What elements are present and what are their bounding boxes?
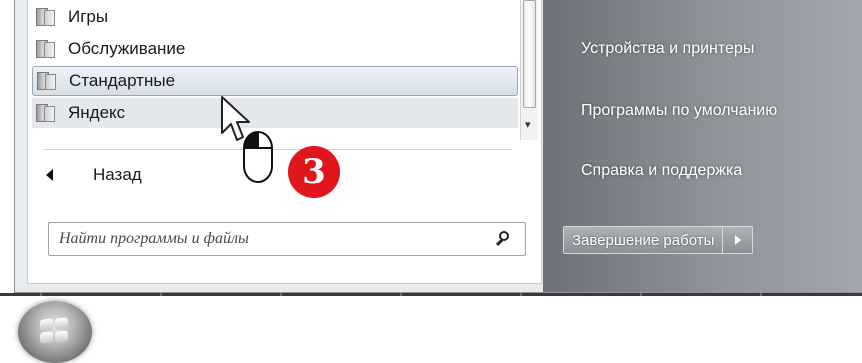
program-item-label: Яндекс xyxy=(68,103,126,122)
search-icon[interactable] xyxy=(495,230,513,248)
program-item-label: Стандартные xyxy=(69,71,176,90)
program-item-yandex[interactable]: Яндекс xyxy=(32,98,518,128)
left-click-mouse-icon xyxy=(243,131,273,183)
link-devices-printers[interactable]: Устройства и принтеры xyxy=(581,40,754,58)
program-item-maintenance[interactable]: Обслуживание xyxy=(32,34,518,64)
search-input[interactable] xyxy=(59,230,459,248)
shutdown-group: Завершение работы xyxy=(563,226,754,254)
shutdown-button[interactable]: Завершение работы xyxy=(563,226,724,254)
search-box[interactable] xyxy=(48,222,526,256)
back-arrow-icon xyxy=(46,169,53,181)
right-pane: Устройства и принтеры Программы по умолч… xyxy=(543,0,862,292)
scroll-down-icon[interactable]: ▾ xyxy=(525,118,531,131)
program-item-label: Игры xyxy=(68,7,109,26)
program-item-games[interactable]: Игры xyxy=(32,2,518,32)
taskbar xyxy=(0,293,862,363)
separator xyxy=(44,149,512,150)
start-button[interactable] xyxy=(18,301,92,363)
folder-icon xyxy=(37,71,57,91)
folder-icon xyxy=(36,103,56,123)
program-item-accessories[interactable]: Стандартные xyxy=(32,66,518,96)
program-item-label: Обслуживание xyxy=(68,39,186,58)
programs-pane: Игры Обслуживание Стандартные Яндекс ▾ Н… xyxy=(27,0,542,284)
windows-logo-icon xyxy=(40,317,70,345)
step-number-badge: 3 xyxy=(288,146,340,198)
chevron-right-icon xyxy=(734,235,741,245)
program-list: Игры Обслуживание Стандартные Яндекс xyxy=(28,0,518,140)
link-help-support[interactable]: Справка и поддержка xyxy=(581,162,742,180)
link-default-programs[interactable]: Программы по умолчанию xyxy=(581,102,777,120)
taskbar-edge xyxy=(0,293,862,296)
start-menu: Игры Обслуживание Стандартные Яндекс ▾ Н… xyxy=(14,0,862,293)
folder-icon xyxy=(36,7,56,27)
shutdown-options-button[interactable] xyxy=(723,226,754,254)
back-label: Назад xyxy=(93,165,142,184)
scroll-thumb[interactable] xyxy=(523,0,536,108)
folder-icon xyxy=(36,39,56,59)
program-list-scrollbar[interactable]: ▾ xyxy=(520,0,538,140)
